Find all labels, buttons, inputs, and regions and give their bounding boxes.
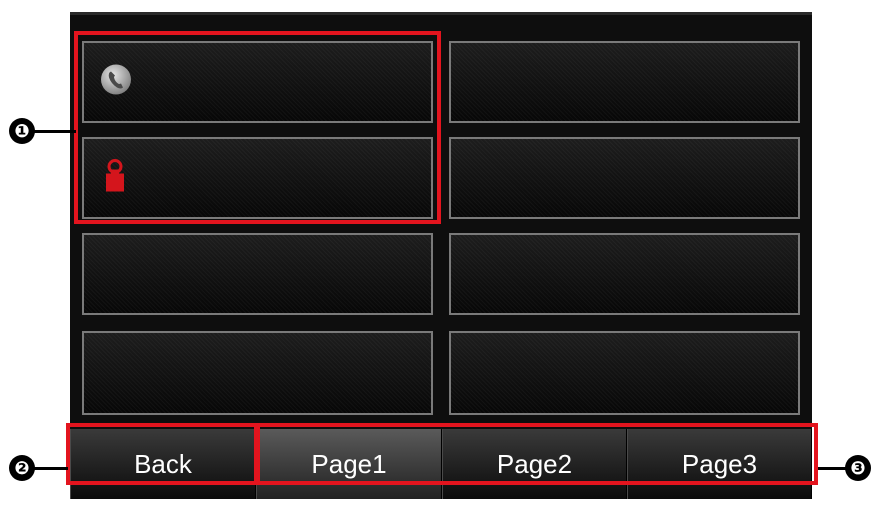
leader-line-2 [34,467,68,470]
lock-icon [100,158,128,199]
callout-number-3: ❸ [845,455,871,481]
tab-page3[interactable]: Page3 [627,429,812,499]
device-screen: Back Page1 Page2 Page3 [70,12,812,499]
grid-button-empty[interactable] [449,331,800,415]
back-button[interactable]: Back [70,429,256,499]
grid-button-empty[interactable] [82,331,433,415]
tab-page2[interactable]: Page2 [442,429,627,499]
phone-icon [100,64,132,101]
leader-line-1 [34,130,76,133]
grid-button-empty[interactable] [449,233,800,315]
grid-button-empty[interactable] [449,137,800,219]
callout-number-2: ❷ [9,455,35,481]
tab-page1[interactable]: Page1 [256,429,442,499]
leader-line-3 [818,467,848,470]
callout-number-1: ❶ [9,118,35,144]
grid-button-phone[interactable] [82,41,433,123]
bottom-nav-bar: Back Page1 Page2 Page3 [70,429,812,499]
grid-button-lock[interactable] [82,137,433,219]
grid-button-empty[interactable] [82,233,433,315]
grid-button-empty[interactable] [449,41,800,123]
